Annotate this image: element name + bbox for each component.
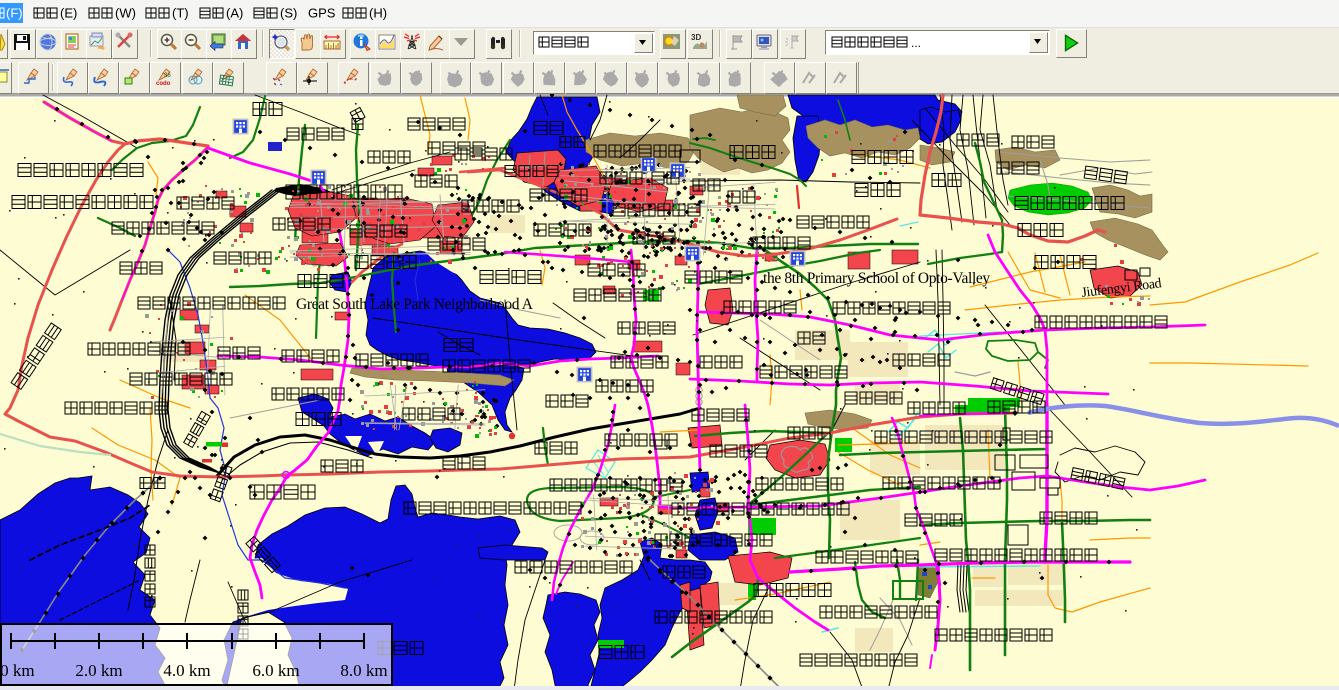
svg-text:36: 36 bbox=[164, 73, 171, 79]
svg-text:(H): (H) bbox=[369, 6, 387, 21]
svg-text:(T): (T) bbox=[172, 6, 189, 21]
svg-text:2.0 km: 2.0 km bbox=[75, 661, 122, 680]
svg-text:3D: 3D bbox=[691, 33, 701, 42]
svg-text:(W): (W) bbox=[115, 6, 136, 21]
svg-text:8.0 km: 8.0 km bbox=[340, 661, 387, 680]
svg-text:GPS: GPS bbox=[308, 6, 336, 21]
svg-text:codo: codo bbox=[156, 81, 171, 87]
svg-text:(S): (S) bbox=[280, 6, 297, 21]
svg-text:(E): (E) bbox=[60, 6, 77, 21]
svg-text:the 8th Primary School of Opto: the 8th Primary School of Opto-Valley bbox=[763, 270, 990, 287]
svg-text:...: ... bbox=[911, 36, 921, 50]
svg-text:0.0 km: 0.0 km bbox=[0, 661, 35, 680]
svg-text:(A): (A) bbox=[226, 6, 243, 21]
svg-text:Great South Lake Park Neighbor: Great South Lake Park Neighborhood A bbox=[296, 296, 534, 313]
svg-text:4.0 km: 4.0 km bbox=[163, 661, 210, 680]
svg-text:6.0 km: 6.0 km bbox=[252, 661, 299, 680]
